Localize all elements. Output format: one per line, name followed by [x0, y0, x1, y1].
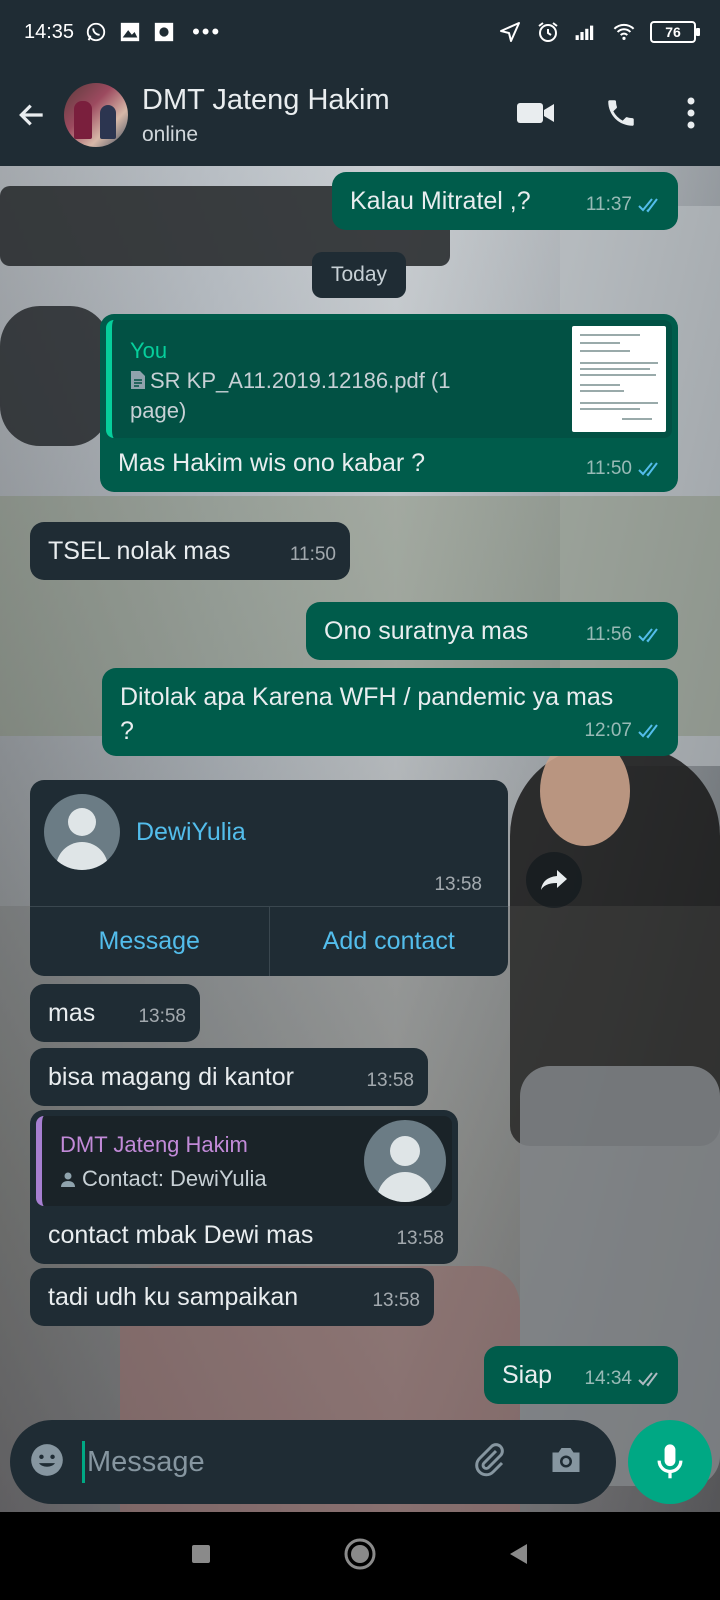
- message-bubble-incoming[interactable]: mas 13:58: [30, 984, 200, 1042]
- message-contact-button[interactable]: Message: [30, 907, 269, 976]
- message-text: Kalau Mitratel ,?: [350, 187, 531, 215]
- read-ticks-icon: [638, 723, 664, 739]
- microphone-button[interactable]: [628, 1420, 712, 1504]
- gallery-icon: [118, 20, 142, 44]
- message-bubble-outgoing[interactable]: You SR KP_A11.2019.12186.pdf (1 page) Ma…: [100, 314, 678, 492]
- whatsapp-icon: [84, 20, 108, 44]
- contact-avatar[interactable]: [64, 83, 128, 147]
- status-time: 14:35: [24, 20, 75, 43]
- quoted-message[interactable]: DMT Jateng Hakim Contact: DewiYulia: [36, 1116, 452, 1206]
- person-icon: [61, 1172, 75, 1187]
- date-divider: Today: [312, 252, 406, 298]
- quote-author: DMT Jateng Hakim: [60, 1132, 248, 1157]
- recents-icon[interactable]: [189, 1542, 213, 1571]
- contact-avatar-placeholder: [44, 794, 120, 870]
- quoted-document[interactable]: You SR KP_A11.2019.12186.pdf (1 page): [106, 320, 672, 438]
- location-icon: [498, 20, 522, 44]
- read-ticks-icon: [638, 461, 664, 477]
- video-call-icon[interactable]: [516, 98, 556, 133]
- message-time: 11:50: [289, 544, 336, 565]
- wifi-icon: [612, 20, 636, 44]
- camera-icon[interactable]: [548, 1442, 584, 1483]
- system-navigation-bar: [0, 1512, 720, 1600]
- alarm-icon: [536, 20, 560, 44]
- message-bubble-incoming[interactable]: tadi udh ku sampaikan 13:58: [30, 1268, 434, 1326]
- contact-status: online: [142, 122, 199, 146]
- message-text: Ono suratnya mas: [324, 617, 529, 645]
- shared-contact-name: DewiYulia: [136, 818, 246, 846]
- message-composer: Message: [10, 1420, 616, 1504]
- forward-icon[interactable]: [526, 852, 582, 908]
- contact-name: DMT Jateng Hakim: [142, 83, 390, 116]
- message-time: 12:07: [584, 720, 632, 741]
- message-time: 14:34: [584, 1368, 632, 1389]
- back-arrow-icon[interactable]: [14, 97, 50, 133]
- message-bubble-incoming[interactable]: DMT Jateng Hakim Contact: DewiYulia cont…: [30, 1110, 458, 1264]
- more-dots-icon: •••: [192, 19, 222, 44]
- signal-icon: [574, 20, 598, 44]
- message-time: 13:58: [434, 874, 482, 895]
- microphone-icon: [657, 1444, 683, 1479]
- quote-contact: Contact: DewiYulia: [60, 1162, 267, 1196]
- shared-contact-card[interactable]: DewiYulia 13:58 Message Add contact: [30, 780, 508, 976]
- message-input[interactable]: Message: [82, 1441, 472, 1483]
- status-bar: 14:35 ••• 76: [0, 0, 720, 64]
- document-icon: [131, 371, 145, 389]
- voice-call-icon[interactable]: [604, 96, 638, 135]
- message-text: contact mbak Dewi mas: [48, 1221, 314, 1249]
- home-icon[interactable]: [343, 1537, 377, 1576]
- attach-icon[interactable]: [472, 1442, 508, 1483]
- message-text: mas: [48, 999, 96, 1027]
- chat-header: DMT Jateng Hakim online: [0, 64, 720, 166]
- message-text: TSEL nolak mas: [48, 537, 231, 565]
- message-time: 13:58: [396, 1228, 444, 1249]
- message-text: Ditolak apa Karena WFH / pandemic ya mas…: [120, 683, 614, 745]
- message-bubble-incoming[interactable]: bisa magang di kantor 13:58: [30, 1048, 428, 1106]
- message-time: 11:37: [585, 194, 632, 215]
- message-time: 13:58: [372, 1290, 420, 1311]
- quote-document-name: SR KP_A11.2019.12186.pdf (1 page): [130, 368, 451, 423]
- read-ticks-icon: [638, 197, 664, 213]
- contact-avatar-placeholder: [364, 1120, 446, 1202]
- message-bubble-outgoing[interactable]: Ono suratnya mas 11:56: [306, 602, 678, 660]
- message-bubble-outgoing[interactable]: Kalau Mitratel ,? 11:37: [332, 172, 678, 230]
- read-ticks-icon: [638, 627, 664, 643]
- back-nav-icon[interactable]: [507, 1542, 531, 1571]
- battery-icon: 76: [650, 21, 700, 43]
- message-time: 13:58: [138, 1006, 186, 1027]
- message-bubble-outgoing[interactable]: Siap 14:34: [484, 1346, 678, 1404]
- add-contact-button[interactable]: Add contact: [268, 907, 509, 976]
- message-time: 11:56: [585, 624, 632, 645]
- message-time: 13:58: [366, 1070, 414, 1091]
- contact-title-block[interactable]: DMT Jateng Hakim online: [142, 84, 390, 147]
- message-text: Siap: [502, 1361, 553, 1389]
- quote-author: You: [130, 338, 168, 363]
- message-time: 11:50: [585, 458, 632, 479]
- message-text: tadi udh ku sampaikan: [48, 1283, 299, 1311]
- delivered-ticks-icon: [638, 1371, 664, 1387]
- message-text: bisa magang di kantor: [48, 1063, 294, 1091]
- message-bubble-outgoing[interactable]: Ditolak apa Karena WFH / pandemic ya mas…: [102, 668, 678, 756]
- square-icon: [152, 20, 176, 44]
- emoji-icon[interactable]: [28, 1441, 66, 1484]
- message-text: Mas Hakim wis ono kabar ?: [118, 449, 426, 477]
- message-bubble-incoming[interactable]: TSEL nolak mas 11:50: [30, 522, 350, 580]
- document-thumbnail: [572, 326, 666, 432]
- more-options-icon[interactable]: [686, 96, 696, 135]
